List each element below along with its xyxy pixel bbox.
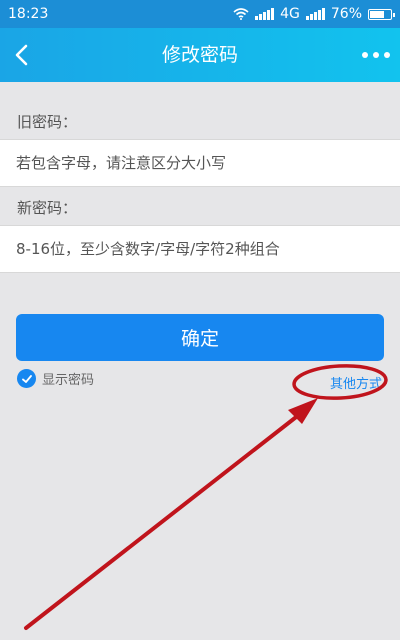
old-password-label: 旧密码：	[17, 113, 78, 131]
back-icon[interactable]	[8, 40, 38, 70]
battery-percent: 76%	[330, 6, 362, 22]
signal-icon-2	[305, 8, 325, 20]
new-password-field-row	[0, 225, 400, 273]
battery-icon	[368, 8, 395, 20]
check-icon	[17, 369, 36, 388]
status-time: 18:23	[8, 6, 49, 22]
wifi-icon	[233, 8, 249, 20]
annotation-arrow-head	[288, 398, 318, 424]
new-password-label: 新密码：	[17, 199, 78, 217]
show-password-label: 显示密码	[42, 373, 95, 388]
battery-fill	[370, 10, 385, 18]
confirm-button[interactable]: 确定	[16, 314, 384, 361]
old-password-input[interactable]	[0, 140, 400, 186]
annotation-arrow-line	[24, 412, 302, 630]
more-icon[interactable]	[362, 46, 390, 64]
other-methods-link[interactable]: 其他方式	[330, 373, 382, 392]
status-bar: 18:23 4G 76%	[0, 0, 400, 28]
show-password-toggle[interactable]: 显示密码	[17, 369, 94, 388]
app-bar: 修改密码	[0, 28, 400, 82]
old-password-field-row	[0, 139, 400, 187]
signal-icon	[255, 8, 275, 20]
status-icons: 4G 76%	[233, 6, 395, 22]
page-title: 修改密码	[161, 44, 238, 66]
new-password-input[interactable]	[0, 226, 400, 272]
network-type: 4G	[280, 6, 300, 22]
